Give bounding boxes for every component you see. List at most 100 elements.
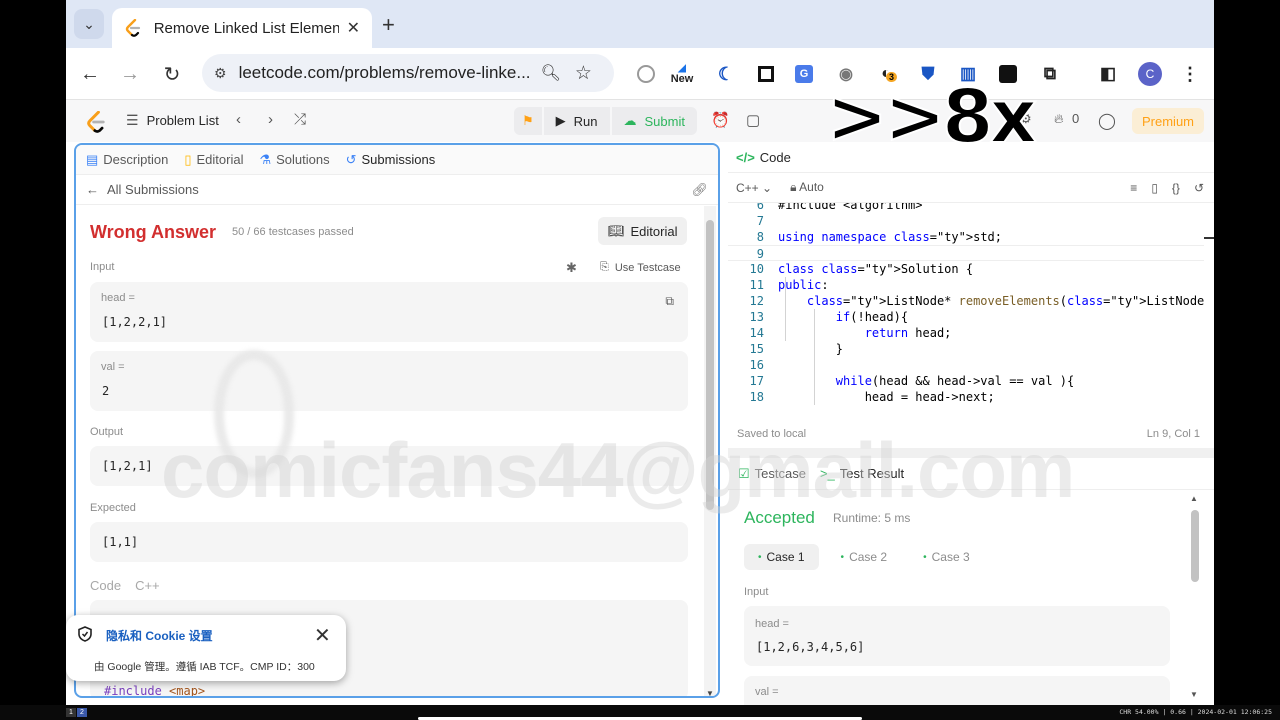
test-val-name: val = bbox=[755, 686, 779, 698]
leetcode-logo-icon[interactable] bbox=[86, 111, 106, 133]
tab-editorial[interactable]: ▯ Editorial bbox=[184, 152, 243, 168]
profile-avatar[interactable]: C bbox=[1138, 62, 1162, 86]
submit-button[interactable]: ☁ Submit bbox=[611, 107, 697, 135]
code-editor[interactable]: 6 #include <algorithm> 7 8 using namespace c… bbox=[728, 203, 1204, 411]
side-panel-icon[interactable]: ◧ bbox=[1096, 62, 1120, 86]
zoom-icon[interactable]: 🔍︎ bbox=[541, 63, 561, 83]
moon-extension-icon[interactable]: ☾ bbox=[714, 62, 738, 86]
browser-toolbar: ← → ↻ ⚙ leetcode.com/problems/remove-lin… bbox=[66, 48, 1214, 100]
run-button[interactable]: ▶ Run bbox=[543, 107, 610, 135]
editorial-button-label: Editorial bbox=[630, 223, 678, 239]
extension-new-icon[interactable]: ◢ New bbox=[670, 62, 694, 86]
line-number: 11 bbox=[749, 278, 764, 292]
timer-icon[interactable]: ⏰ bbox=[711, 111, 730, 129]
os-taskbar: 1 2 CHR 54.00% | 0.66 | 2024-02-01 12:06… bbox=[0, 705, 1280, 720]
pass-dot-icon: • bbox=[758, 551, 762, 563]
code-line[interactable]: 12 class="ty">ListNode* removeElements(c… bbox=[728, 293, 1204, 309]
workspace-1[interactable]: 1 bbox=[66, 708, 76, 717]
case-tab-2[interactable]: • Case 2 bbox=[827, 544, 902, 570]
scroll-down-arrow-icon[interactable]: ▼ bbox=[706, 689, 714, 696]
tab-submissions[interactable]: ↺ Submissions bbox=[346, 152, 436, 168]
code-line[interactable]: 17 while(head && head->val == val ){ bbox=[728, 373, 1204, 389]
share-link-icon[interactable]: 🔗︎ bbox=[691, 182, 708, 198]
reset-code-icon[interactable]: ↺ bbox=[1194, 181, 1204, 195]
code-brackets-icon: </> bbox=[736, 150, 755, 165]
debug-button[interactable]: ⚑ bbox=[514, 107, 542, 135]
shuffle-icon[interactable]: ⤮ bbox=[294, 111, 306, 128]
forward-button[interactable]: → bbox=[116, 60, 144, 88]
pass-dot-icon: • bbox=[923, 551, 927, 563]
streak-count: 0 bbox=[1072, 111, 1080, 126]
code-tab[interactable]: </> Code bbox=[728, 143, 1214, 173]
streak-fire-icon[interactable]: 🔥︎ bbox=[1054, 111, 1064, 127]
scroll-up-arrow-icon[interactable]: ▲ bbox=[1190, 494, 1198, 503]
cursor-position: Ln 9, Col 1 bbox=[1146, 428, 1200, 440]
code-line[interactable]: 16 bbox=[728, 357, 1204, 373]
language-select[interactable]: C++ ⌄ bbox=[736, 181, 772, 195]
copy-icon[interactable]: ⧉ bbox=[665, 294, 674, 309]
use-testcase-button[interactable]: ⎘ Use Testcase bbox=[600, 261, 681, 274]
code-line[interactable]: 14 return head; bbox=[728, 325, 1204, 341]
line-number: 18 bbox=[749, 390, 764, 404]
translate-extension-icon[interactable]: G bbox=[792, 62, 816, 86]
case-tab-3[interactable]: • Case 3 bbox=[909, 544, 984, 570]
next-problem-icon[interactable]: › bbox=[268, 111, 273, 128]
braces-icon[interactable]: {} bbox=[1172, 181, 1180, 195]
chevron-down-icon: ⌄ bbox=[762, 180, 773, 195]
code-line[interactable]: 6 #include <algorithm> bbox=[728, 203, 1204, 213]
cookie-title[interactable]: 隐私和 Cookie 设置 bbox=[106, 627, 213, 644]
browser-tab[interactable]: Remove Linked List Elemen ✕ bbox=[112, 8, 372, 48]
case-tab-1[interactable]: • Case 1 bbox=[744, 544, 819, 570]
user-avatar-icon[interactable]: ◯ bbox=[1098, 111, 1116, 131]
workspace-2[interactable]: 2 bbox=[77, 708, 87, 717]
code-line[interactable]: 10 class class="ty">Solution { bbox=[728, 261, 1204, 277]
scroll-thumb[interactable] bbox=[1191, 510, 1199, 582]
tab-description[interactable]: ▤ Description bbox=[86, 152, 168, 168]
line-source: while(head && head->val == val ){ bbox=[835, 374, 1075, 388]
code-line[interactable]: 7 bbox=[728, 213, 1204, 229]
editorial-button[interactable]: 📖︎ Editorial bbox=[598, 217, 688, 245]
prev-problem-icon[interactable]: ‹ bbox=[236, 111, 241, 128]
editor-scrollbar[interactable] bbox=[1204, 203, 1214, 413]
scroll-down-arrow-icon[interactable]: ▼ bbox=[1190, 690, 1198, 699]
code-line[interactable]: 18 head = head->next; bbox=[728, 389, 1204, 405]
debug-bug-icon[interactable]: ✱ bbox=[566, 260, 577, 276]
scroll-marker bbox=[1204, 237, 1214, 239]
back-arrow-icon[interactable]: ← bbox=[86, 182, 99, 197]
watermark-text: comicfans44@gmail.com bbox=[161, 426, 1075, 514]
case-tab-3-label: Case 3 bbox=[931, 550, 970, 564]
code-line[interactable]: 11 public: bbox=[728, 277, 1204, 293]
bookmark-star-icon[interactable]: ☆ bbox=[575, 62, 592, 85]
premium-button[interactable]: Premium bbox=[1132, 108, 1205, 134]
test-panel-scrollbar[interactable]: ▲ ▼ bbox=[1188, 494, 1202, 699]
site-info-icon[interactable]: ⚙ bbox=[214, 65, 227, 82]
test-input-label: Input bbox=[744, 586, 769, 598]
all-submissions-link[interactable]: All Submissions bbox=[107, 182, 199, 197]
code-line[interactable]: 8 using namespace class="ty">std; bbox=[728, 229, 1204, 245]
input-head-box: head = [1,2,2,1] ⧉ bbox=[90, 282, 688, 342]
tab-solutions[interactable]: ⚗ Solutions bbox=[259, 152, 329, 168]
back-button[interactable]: ← bbox=[76, 60, 104, 88]
input-head-value: [1,2,2,1] bbox=[102, 315, 168, 329]
notes-icon[interactable]: ▢ bbox=[746, 111, 760, 129]
new-tab-button[interactable]: + bbox=[382, 12, 395, 38]
puzzle-extensions-icon[interactable]: ⧉ bbox=[1038, 62, 1062, 86]
code-line[interactable]: 13 if(!head){ bbox=[728, 309, 1204, 325]
close-popup-icon[interactable]: ✕ bbox=[314, 623, 331, 648]
square-extension-icon[interactable] bbox=[754, 62, 778, 86]
bookmark-icon[interactable]: ▯ bbox=[1151, 181, 1158, 195]
format-lines-icon[interactable]: ≡ bbox=[1130, 181, 1137, 195]
code-line[interactable]: 15 } bbox=[728, 341, 1204, 357]
menu-kebab-icon[interactable]: ⋮ bbox=[1178, 62, 1202, 86]
extension-icon-1[interactable] bbox=[634, 62, 658, 86]
input-val-name: val = bbox=[101, 361, 125, 373]
code-line-keyword: #include bbox=[104, 684, 162, 698]
reload-button[interactable]: ↻ bbox=[158, 60, 186, 88]
code-line[interactable]: 9 bbox=[728, 245, 1204, 261]
tab-search-button[interactable]: ⌄ bbox=[74, 9, 104, 39]
address-bar[interactable]: ⚙ leetcode.com/problems/remove-linke... … bbox=[202, 54, 614, 92]
verdict-text: Wrong Answer bbox=[90, 222, 217, 242]
problem-list-button[interactable]: ☰ Problem List bbox=[126, 112, 219, 129]
auto-mode[interactable]: 🔒︎ Auto bbox=[790, 180, 824, 195]
close-tab-icon[interactable]: ✕ bbox=[347, 18, 360, 38]
